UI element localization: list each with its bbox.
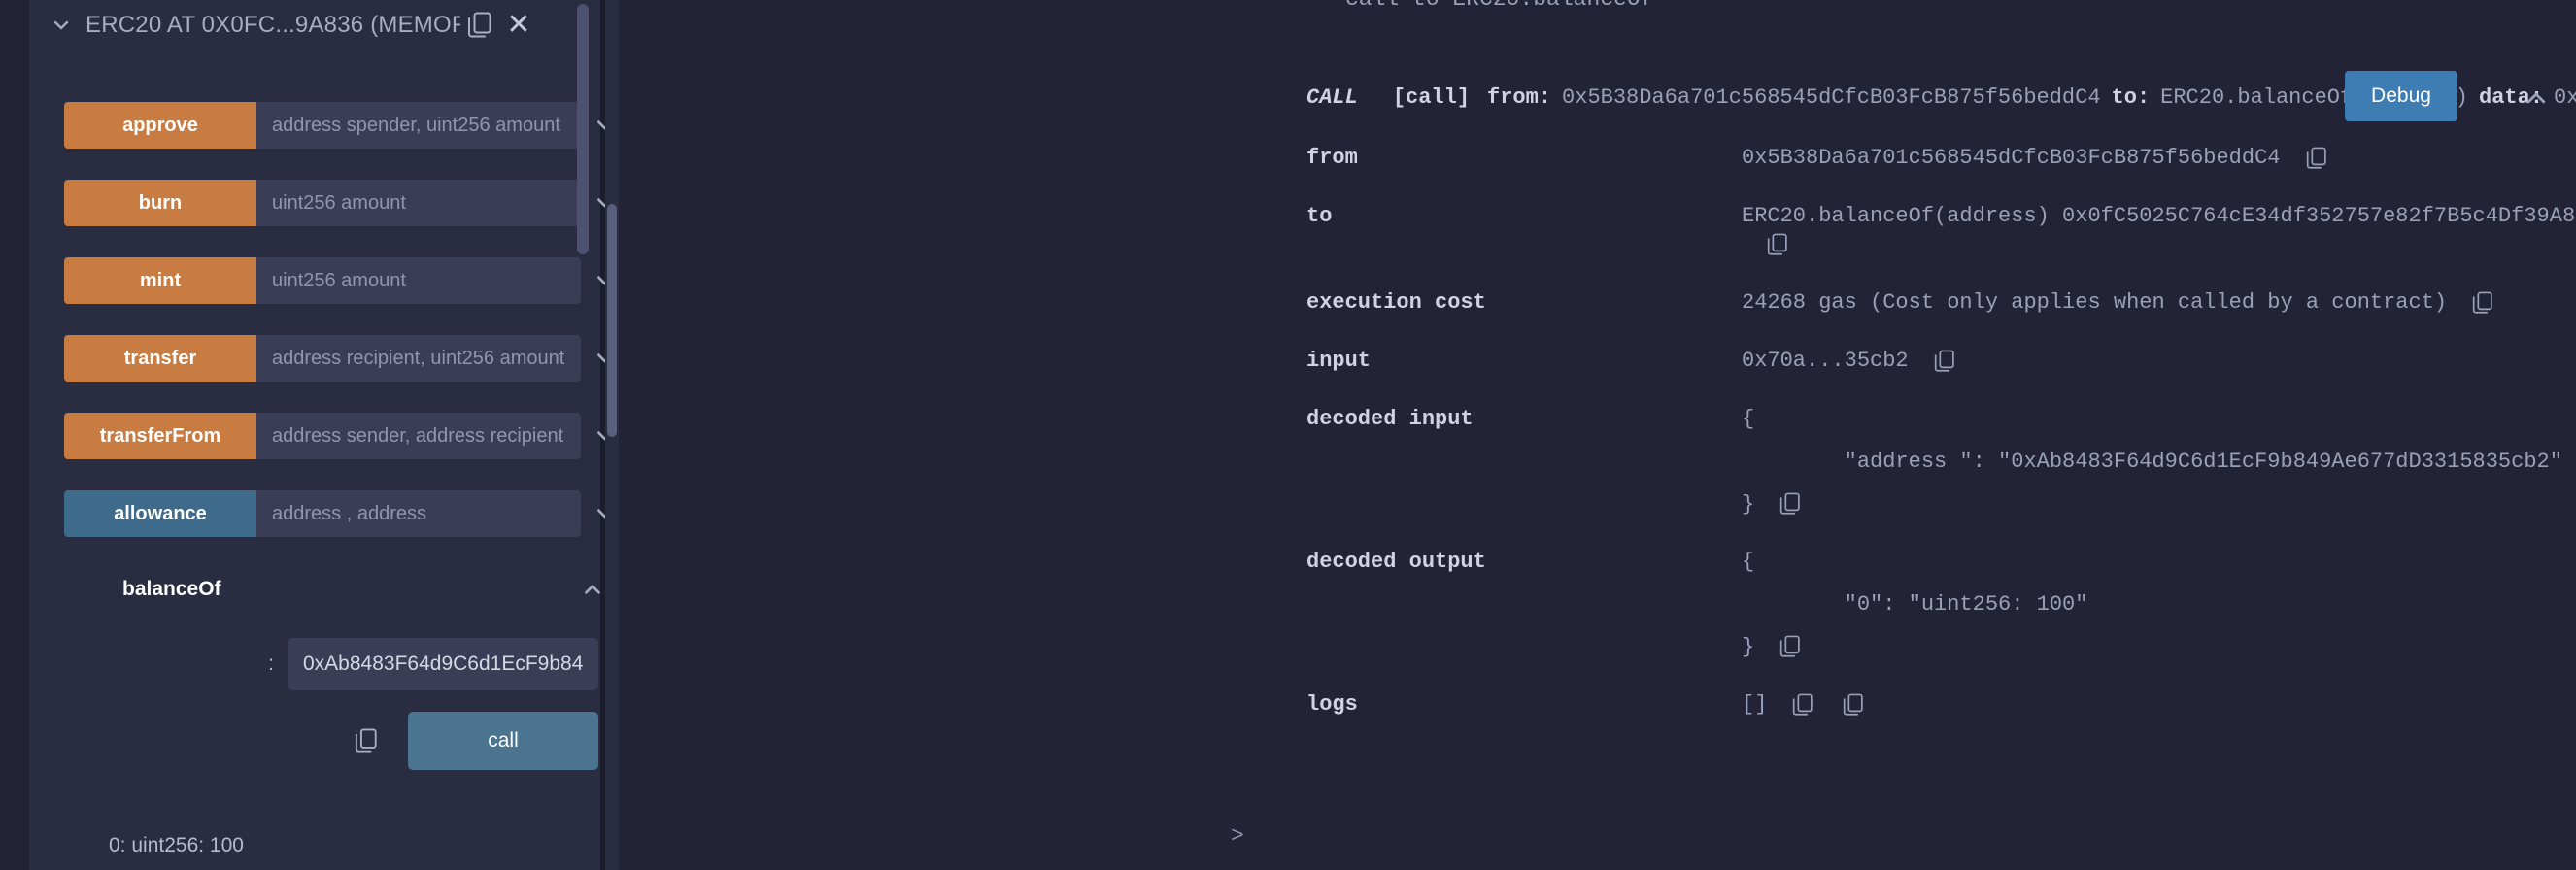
- balanceof-arg-row: :: [58, 638, 629, 690]
- copy-all-icon[interactable]: [1839, 690, 1868, 719]
- balanceof-header[interactable]: balanceOf: [58, 568, 629, 611]
- terminal-scrollbar-track[interactable]: [605, 0, 619, 870]
- chevron-up-icon[interactable]: [2524, 85, 2549, 111]
- json-line: {: [1742, 550, 1755, 575]
- call-from-label: from:: [1487, 85, 1552, 110]
- page-title: ERC20 AT 0X0FC...9A836 (MEMOF: [85, 12, 460, 38]
- transfer-button[interactable]: transfer: [64, 335, 256, 382]
- copy-icon[interactable]: [1788, 690, 1817, 719]
- detail-row-execution-cost: execution cost 24268 gas (Cost only appl…: [619, 288, 2576, 318]
- json-close-row: }: [1742, 632, 2087, 661]
- mint-button[interactable]: mint: [64, 257, 256, 304]
- terminal-scrollbar-thumb[interactable]: [607, 204, 617, 437]
- call-kind-label: CALL: [1306, 85, 1358, 110]
- terminal-panel: call to ERC20.balanceOf CALL [call] from…: [619, 0, 2576, 870]
- detail-value-wrap: { "address ": "0xAb8483F64d9C6d1EcF9b849…: [1742, 405, 2576, 519]
- function-row-transfer: transfer: [58, 335, 629, 382]
- detail-key: from: [1306, 146, 1358, 170]
- transferfrom-button[interactable]: transferFrom: [64, 413, 256, 459]
- function-row-mint: mint: [58, 257, 629, 304]
- detail-value: 0x70a...35cb2: [1742, 349, 1909, 374]
- detail-value-wrap: []: [1742, 690, 2576, 719]
- copy-icon[interactable]: [1763, 230, 1792, 259]
- detail-value: []: [1742, 692, 1768, 718]
- contract-panel-header: ERC20 AT 0X0FC...9A836 (MEMOF ✕: [29, 0, 600, 50]
- approve-button[interactable]: approve: [64, 102, 256, 149]
- close-icon[interactable]: ✕: [499, 6, 538, 45]
- copy-icon[interactable]: [1776, 489, 1805, 519]
- detail-value-wrap: { "0": "uint256: 100" }: [1742, 548, 2576, 661]
- copy-icon[interactable]: [2468, 288, 2497, 318]
- detail-key: input: [1306, 349, 1372, 374]
- detail-value-wrap: ERC20.balanceOf(address) 0x0fC5025C764cE…: [1742, 202, 2576, 259]
- copy-icon[interactable]: [1776, 632, 1805, 661]
- detail-row-logs: logs []: [619, 690, 2576, 719]
- json-line: "address ": "0xAb8483F64d9C6d1EcF9b849Ae…: [1742, 449, 2562, 474]
- balanceof-action-row: call: [58, 712, 629, 770]
- chevron-down-icon[interactable]: [51, 15, 72, 36]
- detail-value-wrap: 0x5B38Da6a701c568545dCfcB03FcB875f56bedd…: [1742, 144, 2576, 173]
- copy-icon[interactable]: [460, 6, 499, 45]
- mint-input[interactable]: [256, 257, 581, 304]
- decoded-output-json: { "0": "uint256: 100" }: [1742, 548, 2087, 661]
- call-from-value: 0x5B38Da6a701c568545dCfcB03FcB875f56bedd…: [1562, 85, 2101, 110]
- json-line: }: [1742, 634, 1755, 659]
- detail-row-input: input 0x70a...35cb2: [619, 347, 2576, 376]
- copy-icon[interactable]: [2302, 144, 2331, 173]
- json-close-row: }: [1742, 489, 2562, 519]
- balanceof-arg-label: :: [268, 652, 274, 675]
- approve-input[interactable]: [256, 102, 581, 149]
- burn-input[interactable]: [256, 180, 581, 226]
- call-button[interactable]: call: [408, 712, 598, 770]
- call-details: from 0x5B38Da6a701c568545dCfcB03FcB875f5…: [619, 144, 2576, 749]
- detail-value: 0x5B38Da6a701c568545dCfcB03FcB875f56bedd…: [1742, 146, 2281, 170]
- function-list: approve burn mint: [58, 102, 629, 857]
- function-row-burn: burn: [58, 180, 629, 226]
- debug-button[interactable]: Debug: [2345, 71, 2457, 121]
- allowance-button[interactable]: allowance: [64, 490, 256, 537]
- call-tag-label: [call]: [1392, 85, 1471, 110]
- detail-key: decoded input: [1306, 407, 1474, 432]
- detail-value: 24268 gas (Cost only applies when called…: [1742, 290, 2448, 316]
- transfer-input[interactable]: [256, 335, 581, 382]
- remix-contract-interaction-screen: ERC20 AT 0X0FC...9A836 (MEMOF ✕ approve: [0, 0, 2576, 870]
- panel-left-gutter: [0, 0, 29, 870]
- decoded-input-json: { "address ": "0xAb8483F64d9C6d1EcF9b849…: [1742, 405, 2562, 519]
- detail-row-to: to ERC20.balanceOf(address) 0x0fC5025C76…: [619, 202, 2576, 259]
- detail-value-wrap: 0x70a...35cb2: [1742, 347, 2576, 376]
- detail-row-decoded-output: decoded output { "0": "uint256: 100" }: [619, 548, 2576, 661]
- contract-panel-scrollbar-thumb[interactable]: [577, 4, 589, 254]
- balanceof-address-input[interactable]: [288, 638, 598, 690]
- transferfrom-input[interactable]: [256, 413, 581, 459]
- function-row-allowance: allowance: [58, 490, 629, 537]
- terminal-call-title: call to ERC20.balanceOf: [1345, 0, 1653, 12]
- copy-icon[interactable]: [350, 724, 383, 757]
- json-line: }: [1742, 491, 1755, 517]
- detail-value-wrap: 24268 gas (Cost only applies when called…: [1742, 288, 2576, 318]
- burn-button[interactable]: burn: [64, 180, 256, 226]
- call-data-value: 0x70a...35cb2: [2554, 85, 2576, 110]
- contract-panel-inner: ERC20 AT 0X0FC...9A836 (MEMOF ✕ approve: [29, 0, 613, 870]
- allowance-input[interactable]: [256, 490, 581, 537]
- copy-icon[interactable]: [1930, 347, 1959, 376]
- detail-key: logs: [1306, 692, 1358, 718]
- contract-panel: ERC20 AT 0X0FC...9A836 (MEMOF ✕ approve: [0, 0, 613, 870]
- detail-key: decoded output: [1306, 550, 1486, 575]
- json-line: {: [1742, 407, 1755, 432]
- detail-row-decoded-input: decoded input { "address ": "0xAb8483F64…: [619, 405, 2576, 519]
- detail-value: ERC20.balanceOf(address) 0x0fC5025C764cE…: [1742, 204, 2576, 228]
- terminal-prompt[interactable]: >: [1231, 823, 1244, 849]
- balanceof-result: 0: uint256: 100: [109, 834, 244, 856]
- json-line: "0": "uint256: 100": [1742, 591, 2088, 617]
- function-row-transferfrom: transferFrom: [58, 413, 629, 459]
- detail-key: execution cost: [1306, 290, 1486, 316]
- detail-row-from: from 0x5B38Da6a701c568545dCfcB03FcB875f5…: [619, 144, 2576, 173]
- detail-key: to: [1306, 204, 1333, 228]
- call-to-label: to:: [2111, 85, 2151, 110]
- balanceof-title: balanceOf: [122, 578, 221, 600]
- function-row-approve: approve: [58, 102, 629, 149]
